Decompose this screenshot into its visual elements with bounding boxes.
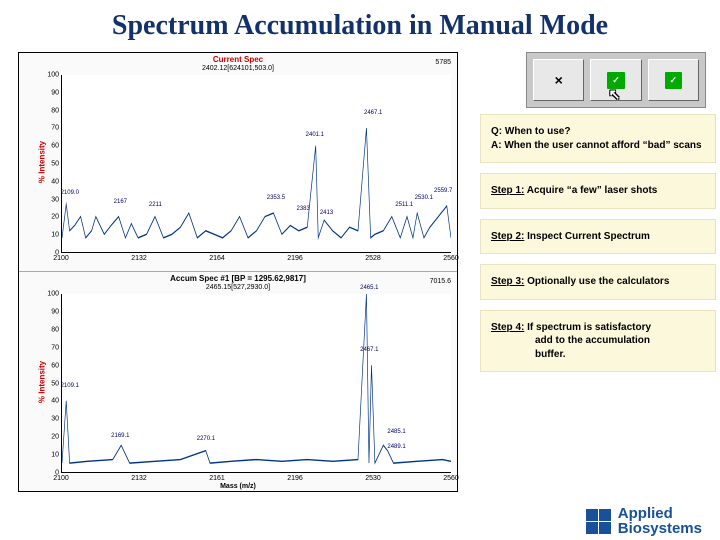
chart-current-spec: Current Spec 2402.12[624101,503.0] 5785 …: [19, 53, 457, 272]
x-axis: 2100 2132 2164 2196 2528 2560: [61, 255, 451, 267]
y-axis: 100 90 80 70 60 50 40 30 20 10 0: [41, 294, 61, 473]
chart-title: Accum Spec #1 [BP = 1295.62,9817]: [19, 274, 457, 283]
step-label: Step 2:: [491, 231, 524, 242]
step-label: Step 3:: [491, 276, 524, 287]
step-label: Step 1:: [491, 185, 524, 196]
slide-title: Spectrum Accumulation in Manual Mode: [0, 0, 720, 52]
note-step-4: Step 4: If spectrum is satisfactory add …: [480, 310, 716, 373]
note-answer: A: When the user cannot afford “bad” sca…: [491, 140, 702, 151]
plot-area: 2109.0 2167 2211 2353.5 2383 2401.1 2413…: [61, 75, 451, 253]
step-text: Acquire “a few” laser shots: [524, 185, 657, 196]
chart-title: Current Spec: [19, 55, 457, 64]
chart-accum-spec: Accum Spec #1 [BP = 1295.62,9817] 2465.1…: [19, 272, 457, 491]
x-axis: 2100 2132 2161 2196 2530 2560: [61, 475, 451, 487]
toolbar-button-1[interactable]: ×: [533, 59, 584, 101]
spectrum-panel: Current Spec 2402.12[624101,503.0] 5785 …: [18, 52, 458, 492]
note-step-1: Step 1: Acquire “a few” laser shots: [480, 173, 716, 209]
logo-icon: [586, 508, 612, 534]
step-label: Step 4:: [491, 322, 524, 333]
close-icon: ×: [555, 72, 563, 88]
calculator-icon: ✓: [665, 72, 683, 89]
sidebar: × ✓ ↖ ✓ Q: When to use? A: When the user…: [480, 52, 720, 502]
note-question: Q: When to use?: [491, 126, 570, 137]
chart-max-label: 5785: [435, 59, 451, 66]
step-text-line2: add to the accumulation: [491, 334, 705, 348]
y-axis: 100 90 80 70 60 50 40 30 20 10 0: [41, 75, 61, 253]
toolbar-button-calculator-1[interactable]: ✓ ↖: [590, 59, 641, 101]
logo: Applied Biosystems: [586, 506, 702, 536]
step-text: If spectrum is satisfactory: [524, 322, 651, 333]
chart-subtitle: 2402.12[624101,503.0]: [19, 65, 457, 72]
step-text: Inspect Current Spectrum: [524, 231, 650, 242]
plot-area: 2109.1 2169.1 2270.1 2465.1 2467.1 2485.…: [61, 294, 451, 473]
cursor-icon: ↖: [609, 86, 621, 103]
step-text: Optionally use the calculators: [524, 276, 669, 287]
toolbar-button-calculator-2[interactable]: ✓: [648, 59, 699, 101]
chart-subtitle: 2465.15[527,2930.0]: [19, 284, 457, 291]
chart-max-label: 7015.6: [430, 278, 451, 285]
note-step-2: Step 2: Inspect Current Spectrum: [480, 219, 716, 255]
x-axis-label: Mass (m/z): [220, 483, 256, 490]
logo-text: Applied Biosystems: [618, 506, 702, 536]
note-qa: Q: When to use? A: When the user cannot …: [480, 114, 716, 163]
note-step-3: Step 3: Optionally use the calculators: [480, 264, 716, 300]
content-area: Current Spec 2402.12[624101,503.0] 5785 …: [0, 52, 720, 502]
toolbar: × ✓ ↖ ✓: [526, 52, 706, 108]
step-text-line3: buffer.: [491, 348, 705, 362]
